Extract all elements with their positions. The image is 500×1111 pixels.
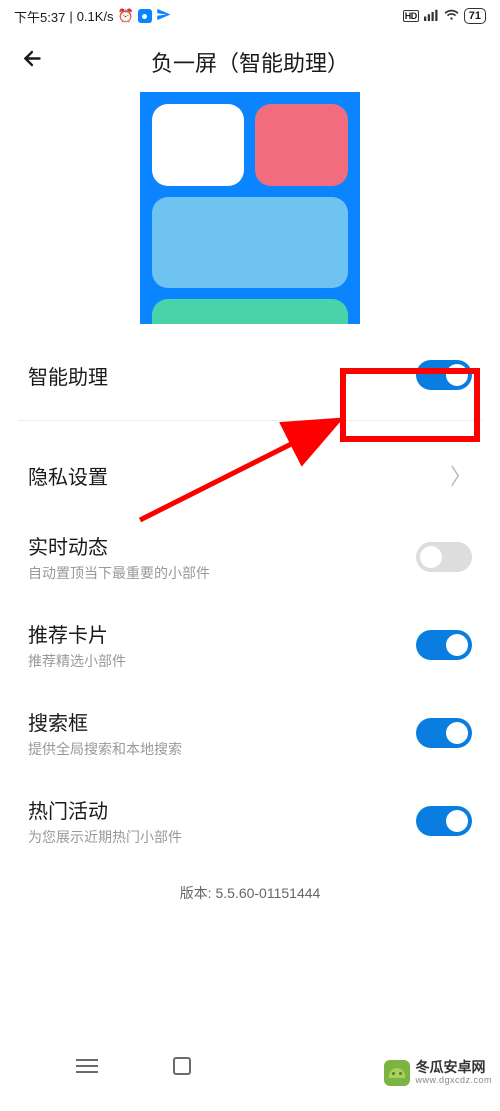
row-smart-assistant: 智能助理 xyxy=(28,324,472,420)
sub-cards: 推荐精选小部件 xyxy=(28,651,126,671)
label-live: 实时动态 xyxy=(28,531,210,560)
sub-search: 提供全局搜索和本地搜索 xyxy=(28,739,182,759)
toggle-search[interactable] xyxy=(416,718,472,748)
row-live: 实时动态 自动置顶当下最重要的小部件 xyxy=(28,513,472,601)
toggle-cards[interactable] xyxy=(416,630,472,660)
status-time: 下午5:37 xyxy=(14,7,65,26)
sub-live: 自动置顶当下最重要的小部件 xyxy=(28,563,210,583)
watermark: 冬瓜安卓网 www.dgxcdz.com xyxy=(376,1055,500,1091)
page-title: 负一屏（智能助理） xyxy=(151,46,349,78)
hd-icon: HD xyxy=(403,10,419,22)
row-privacy[interactable]: 隐私设置 〉 xyxy=(28,421,472,513)
toggle-live[interactable] xyxy=(416,542,472,572)
row-search: 搜索框 提供全局搜索和本地搜索 xyxy=(28,689,472,777)
watermark-url: www.dgxcdz.com xyxy=(415,1076,492,1086)
row-cards: 推荐卡片 推荐精选小部件 xyxy=(28,601,472,689)
alarm-icon: ⏰ xyxy=(118,8,134,24)
location-icon xyxy=(156,7,171,25)
sub-hot: 为您展示近期热门小部件 xyxy=(28,827,182,847)
watermark-logo-icon xyxy=(384,1060,410,1086)
app-indicator-icon xyxy=(138,9,152,23)
wifi-icon xyxy=(444,8,459,25)
label-privacy: 隐私设置 xyxy=(28,461,108,490)
watermark-title: 冬瓜安卓网 xyxy=(415,1060,492,1075)
back-button[interactable] xyxy=(20,46,46,79)
toggle-smart-assistant[interactable] xyxy=(416,360,472,390)
version-text: 版本: 5.5.60-01151444 xyxy=(28,883,472,903)
system-nav-bar xyxy=(0,1057,360,1075)
status-bar: 下午5:37 | 0.1K/s ⏰ HD 71 xyxy=(0,0,500,32)
title-bar: 负一屏（智能助理） xyxy=(0,32,500,92)
label-smart-assistant: 智能助理 xyxy=(28,361,108,390)
row-hot: 热门活动 为您展示近期热门小部件 xyxy=(28,777,472,865)
label-hot: 热门活动 xyxy=(28,795,182,824)
battery-indicator: 71 xyxy=(464,8,486,24)
label-cards: 推荐卡片 xyxy=(28,619,126,648)
toggle-hot[interactable] xyxy=(416,806,472,836)
status-net-speed: 0.1K/s xyxy=(77,9,114,24)
nav-recent-button[interactable] xyxy=(76,1059,98,1073)
chevron-right-icon: 〉 xyxy=(450,459,472,491)
nav-home-button[interactable] xyxy=(173,1057,191,1075)
label-search: 搜索框 xyxy=(28,707,182,736)
preview-illustration xyxy=(140,92,360,324)
signal-icon xyxy=(424,8,439,25)
